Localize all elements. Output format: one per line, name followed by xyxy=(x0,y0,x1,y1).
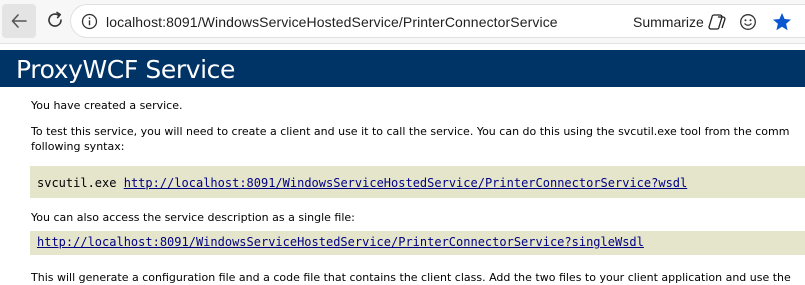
back-button[interactable] xyxy=(2,4,36,38)
favorite-star-icon[interactable] xyxy=(771,11,793,33)
test-instructions: To test this service, you will need to c… xyxy=(31,124,789,154)
page-title: ProxyWCF Service xyxy=(16,55,235,84)
wsdl-link[interactable]: http://localhost:8091/WindowsServiceHost… xyxy=(124,176,688,190)
intro-text: You have created a service. xyxy=(31,99,183,112)
summarize-label: Summarize xyxy=(633,14,704,30)
single-wsdl-code-box: http://localhost:8091/WindowsServiceHost… xyxy=(30,231,805,255)
copilot-icon xyxy=(708,14,726,30)
emoji-icon[interactable] xyxy=(739,13,757,31)
url-text[interactable]: localhost:8091/WindowsServiceHostedServi… xyxy=(106,14,558,30)
back-arrow-icon xyxy=(11,14,27,28)
page-banner: ProxyWCF Service xyxy=(0,50,805,87)
single-file-text: You can also access the service descript… xyxy=(31,211,355,224)
test-instructions-line-1: To test this service, you will need to c… xyxy=(31,125,790,138)
address-bar[interactable]: localhost:8091/WindowsServiceHostedServi… xyxy=(70,4,805,38)
reload-button[interactable] xyxy=(42,6,70,34)
generate-text: This will generate a configuration file … xyxy=(31,271,791,284)
summarize-button[interactable]: Summarize xyxy=(633,11,728,33)
single-wsdl-link[interactable]: http://localhost:8091/WindowsServiceHost… xyxy=(37,235,644,249)
info-icon[interactable] xyxy=(81,13,98,30)
reload-icon xyxy=(48,11,62,27)
browser-toolbar: localhost:8091/WindowsServiceHostedServi… xyxy=(0,0,805,44)
test-instructions-line-2: following syntax: xyxy=(31,140,125,153)
svcutil-command: svcutil.exe xyxy=(37,176,117,190)
svcutil-code-box: svcutil.exe http://localhost:8091/Window… xyxy=(30,166,805,198)
